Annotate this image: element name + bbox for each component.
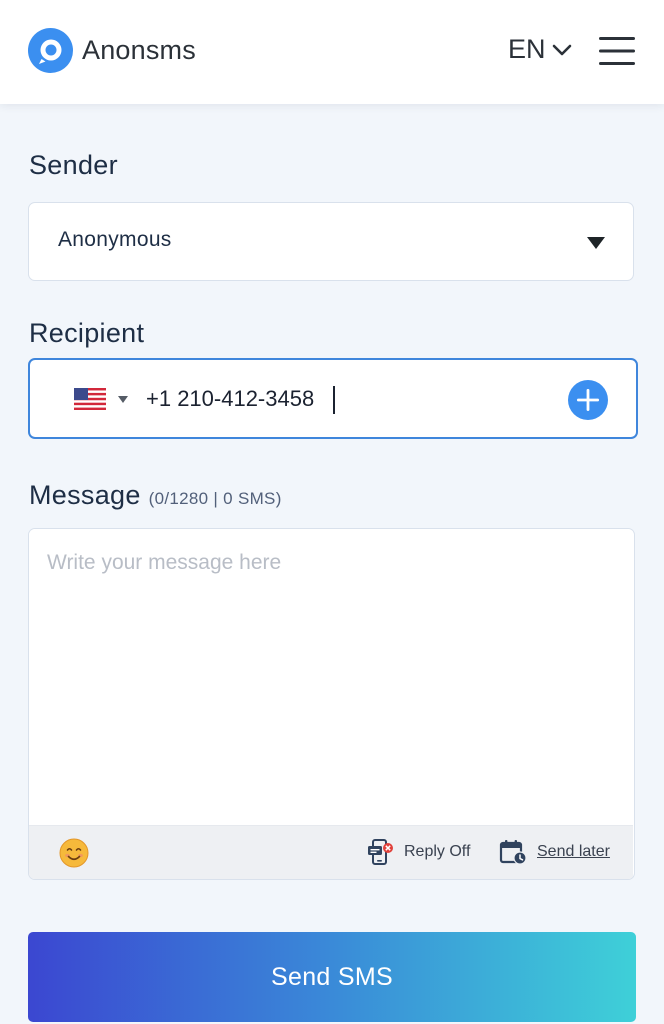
reply-toggle-button[interactable]: Reply Off bbox=[366, 838, 470, 866]
calendar-clock-icon bbox=[499, 840, 527, 865]
country-code-selector[interactable] bbox=[74, 388, 128, 410]
language-selector[interactable]: EN bbox=[508, 34, 572, 65]
send-sms-button[interactable]: Send SMS bbox=[28, 932, 636, 1022]
message-label-row: Message (0/1280 | 0 SMS) bbox=[29, 480, 282, 511]
smiley-emoji-icon[interactable] bbox=[59, 838, 89, 868]
recipient-label: Recipient bbox=[29, 318, 145, 348]
caret-down-icon bbox=[587, 237, 605, 249]
plus-circle-icon[interactable] bbox=[568, 380, 608, 420]
anonsms-logo-icon bbox=[28, 28, 73, 73]
send-later-button[interactable]: Send later bbox=[499, 838, 610, 866]
sender-selected-value: Anonymous bbox=[58, 228, 172, 251]
sender-label: Sender bbox=[29, 150, 118, 180]
message-toolbar: Reply Off Send later bbox=[29, 825, 633, 879]
phone-number-input[interactable] bbox=[146, 382, 546, 416]
sender-select[interactable]: Anonymous bbox=[28, 202, 634, 281]
chevron-down-icon bbox=[552, 44, 571, 55]
reply-label: Reply Off bbox=[404, 843, 471, 860]
message-textarea[interactable] bbox=[29, 529, 633, 825]
top-navbar: Anonsms EN bbox=[0, 0, 664, 104]
brand-logo[interactable]: Anonsms bbox=[28, 28, 196, 73]
brand-name: Anonsms bbox=[82, 35, 196, 65]
reply-off-icon bbox=[368, 839, 393, 865]
hamburger-menu-icon[interactable] bbox=[598, 34, 636, 68]
caret-down-icon bbox=[118, 395, 128, 403]
language-code: EN bbox=[508, 34, 546, 64]
message-label: Message bbox=[29, 480, 141, 510]
message-composer: Reply Off Send later bbox=[28, 528, 635, 880]
recipient-phone-field bbox=[28, 358, 638, 439]
send-later-label: Send later bbox=[537, 843, 610, 860]
message-counter: (0/1280 | 0 SMS) bbox=[148, 489, 282, 508]
text-cursor bbox=[333, 386, 335, 414]
us-flag-icon bbox=[74, 388, 106, 410]
